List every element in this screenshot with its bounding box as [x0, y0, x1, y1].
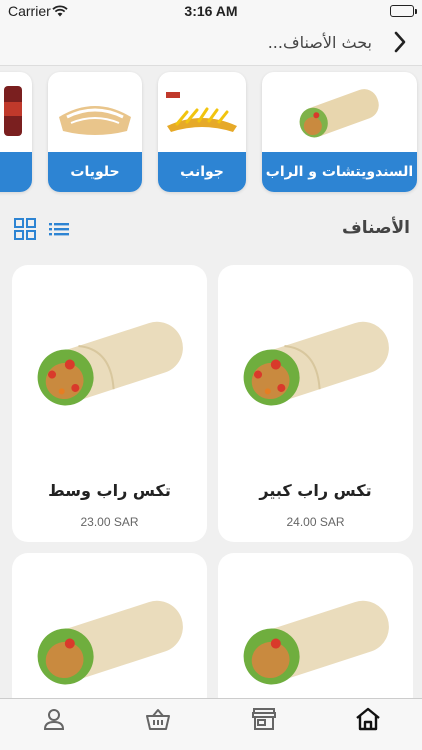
section-title: الأصناف	[342, 218, 410, 238]
product-card[interactable]	[12, 553, 207, 713]
category-image	[158, 72, 246, 154]
product-image	[218, 581, 413, 701]
product-card[interactable]: تكس راب كبير 24.00 SAR	[218, 265, 413, 542]
category-card-sides[interactable]: جوانب	[158, 72, 246, 192]
list-view-button[interactable]	[46, 218, 72, 244]
category-card-sandwiches[interactable]: السندويتشات و الراب	[262, 72, 417, 192]
chevron-right-icon	[393, 31, 407, 57]
category-label: حلويات	[48, 152, 142, 192]
category-strip[interactable]: السندويتشات و الراب جوانب حلويات	[0, 68, 422, 198]
category-card-drinks[interactable]	[0, 72, 32, 192]
home-icon	[355, 707, 381, 735]
tab-home[interactable]	[348, 707, 388, 735]
tab-basket[interactable]	[138, 707, 178, 735]
battery-icon	[390, 5, 417, 17]
category-label: جوانب	[158, 152, 246, 192]
section-header: الأصناف	[0, 206, 422, 254]
category-label	[0, 152, 32, 192]
status-bar: Carrier 3:16 AM	[0, 0, 422, 22]
product-price: 24.00 SAR	[286, 515, 345, 529]
product-image	[12, 287, 207, 437]
category-label: السندويتشات و الراب	[262, 152, 417, 192]
product-name: تكس راب كبير	[259, 481, 372, 500]
product-card[interactable]: تكس راب وسط 23.00 SAR	[12, 265, 207, 542]
category-image	[262, 72, 417, 154]
tab-store[interactable]	[244, 707, 284, 735]
category-image	[48, 72, 142, 154]
clock-time: 3:16 AM	[184, 3, 238, 19]
list-icon	[47, 217, 71, 245]
product-name: تكس راب وسط	[48, 481, 171, 500]
product-card[interactable]	[218, 553, 413, 713]
tab-bar	[0, 698, 422, 750]
category-image	[0, 72, 32, 154]
product-image	[12, 581, 207, 701]
back-button[interactable]	[386, 28, 414, 60]
grid-icon	[13, 217, 37, 245]
tab-profile[interactable]	[34, 707, 74, 735]
grid-view-button[interactable]	[12, 218, 38, 244]
search-input[interactable]: بحث الأصناف...	[268, 33, 372, 52]
profile-icon	[42, 707, 66, 735]
product-price: 23.00 SAR	[80, 515, 139, 529]
store-icon	[251, 707, 277, 735]
search-header: بحث الأصناف...	[0, 22, 422, 66]
category-card-desserts[interactable]: حلويات	[48, 72, 142, 192]
basket-icon	[145, 707, 171, 735]
product-image	[218, 287, 413, 437]
